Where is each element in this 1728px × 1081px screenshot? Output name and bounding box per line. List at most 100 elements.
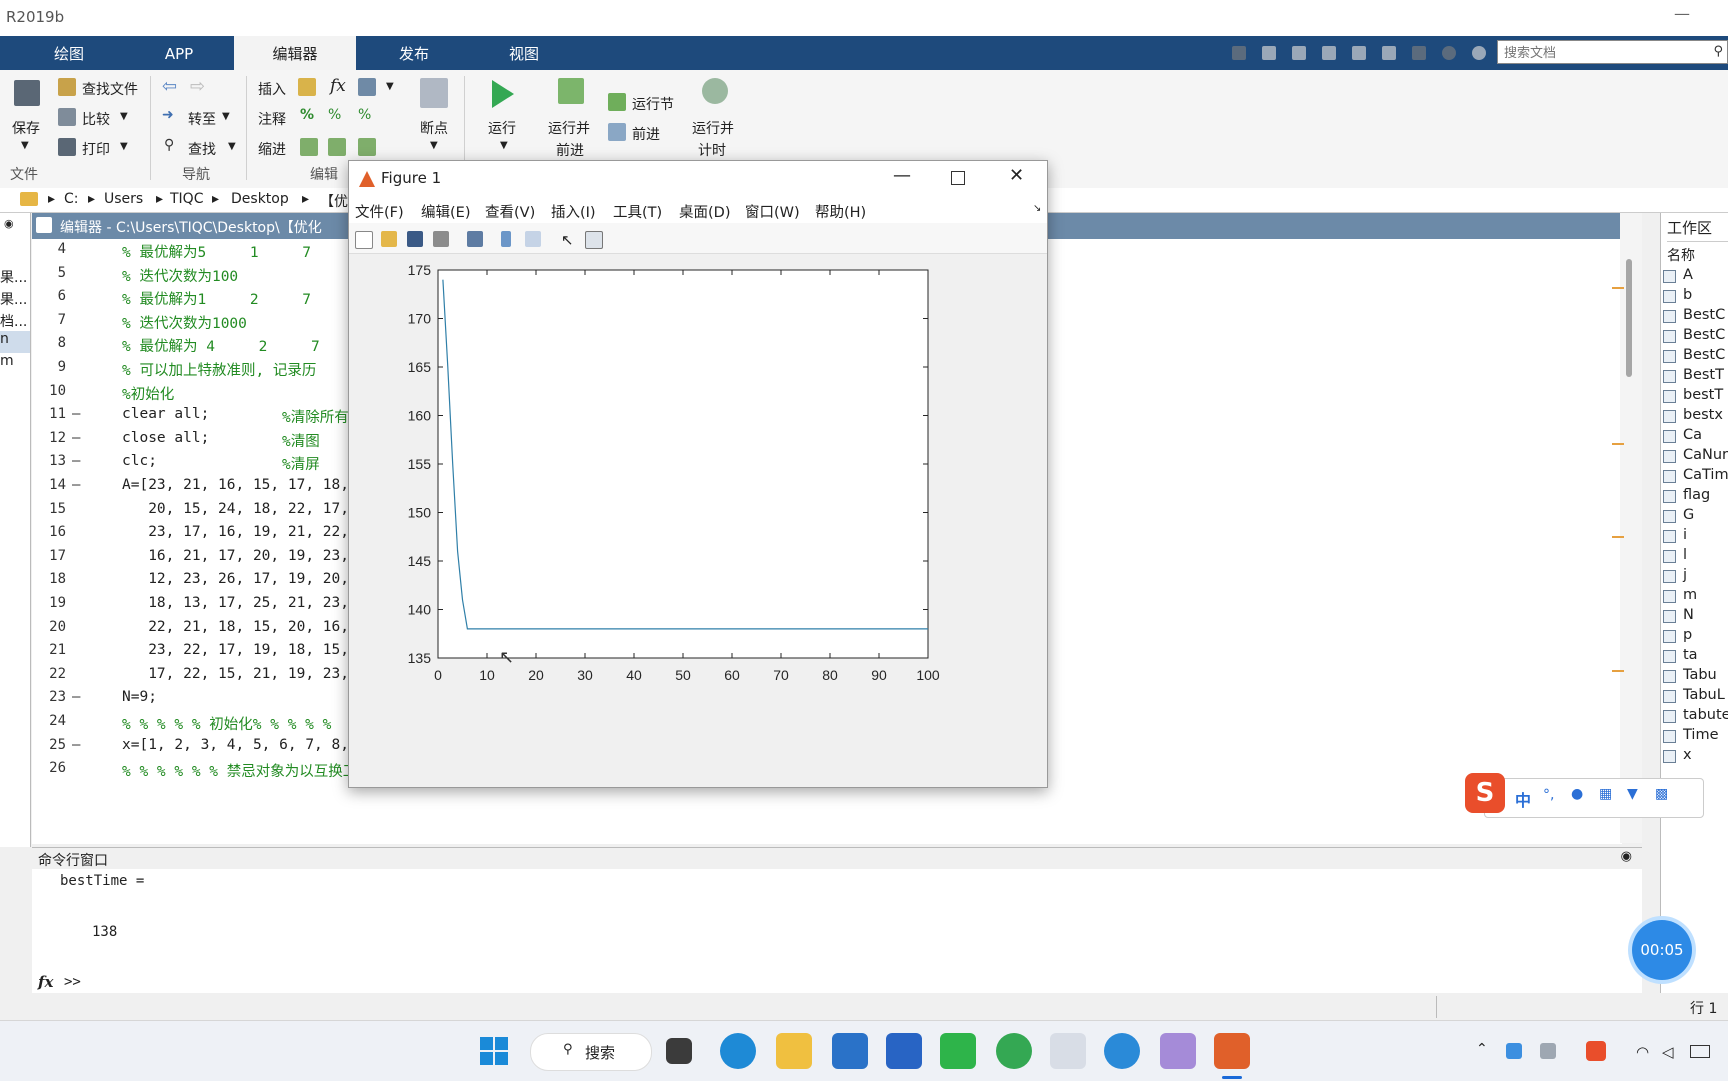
figure-window[interactable]: Figure 1 — ✕ 文件(F) 编辑(E) 查看(V) 插入(I) 工具(… xyxy=(348,160,1048,788)
help-icon[interactable] xyxy=(1442,46,1456,60)
chevron-down-icon[interactable]: ▼ xyxy=(120,141,128,152)
collapse-icon[interactable]: ◉ xyxy=(4,217,14,230)
menu-view[interactable]: 查看(V) xyxy=(485,201,535,222)
run-button[interactable]: 运行 xyxy=(488,118,516,138)
dock-icon[interactable]: ↘ xyxy=(1033,203,1041,214)
breakpoints-button[interactable]: 断点 xyxy=(420,118,448,138)
menu-file[interactable]: 文件(F) xyxy=(355,201,404,222)
menu-edit[interactable]: 编辑(E) xyxy=(421,201,470,222)
workspace-variable[interactable]: G xyxy=(1683,507,1694,523)
path-segment[interactable]: TIQC xyxy=(170,191,203,207)
insert-section-icon[interactable] xyxy=(298,78,316,96)
increase-indent-icon[interactable] xyxy=(358,138,376,156)
keyboard-icon[interactable]: ▦ xyxy=(1599,786,1612,802)
tab-plots[interactable]: 绘图 xyxy=(14,36,124,70)
tab-editor[interactable]: 编辑器 xyxy=(234,36,356,70)
command-window[interactable]: bestTime = 138 fx >> xyxy=(32,869,1642,993)
chevron-down-icon[interactable] xyxy=(1472,46,1486,60)
run-advance-button-line2[interactable]: 前进 xyxy=(556,140,584,160)
workspace-variable[interactable]: i xyxy=(1683,527,1687,543)
collapse-icon[interactable]: ◉ xyxy=(1621,849,1632,864)
edge-icon[interactable] xyxy=(720,1033,756,1069)
app-icon[interactable] xyxy=(1160,1033,1196,1069)
tray-icon[interactable] xyxy=(1540,1043,1556,1059)
link-plot-icon[interactable] xyxy=(467,231,483,247)
comment-button[interactable]: 注释 xyxy=(258,109,286,129)
file-explorer-icon[interactable] xyxy=(776,1033,812,1069)
warning-marker[interactable] xyxy=(1612,670,1624,672)
workspace-variable[interactable]: A xyxy=(1683,267,1693,283)
volume-icon[interactable]: ◁ xyxy=(1662,1043,1674,1061)
path-segment[interactable]: C: xyxy=(64,191,79,207)
workspace-variable[interactable]: N xyxy=(1683,607,1694,623)
warning-marker[interactable] xyxy=(1612,443,1624,445)
breakpoint-dash[interactable]: — xyxy=(72,430,80,446)
menu-desktop[interactable]: 桌面(D) xyxy=(679,201,730,222)
windows-start-icon[interactable] xyxy=(480,1037,510,1067)
ime-mode[interactable]: 中 xyxy=(1515,787,1531,811)
print-icon[interactable] xyxy=(433,231,449,247)
menu-window[interactable]: 窗口(W) xyxy=(745,201,800,222)
workspace-variable[interactable]: ta xyxy=(1683,647,1698,663)
sogou-tray-icon[interactable] xyxy=(1586,1041,1606,1061)
search-input[interactable] xyxy=(1502,42,1696,64)
tab-publish[interactable]: 发布 xyxy=(356,36,472,70)
breakpoint-dash[interactable]: — xyxy=(72,406,80,422)
advance-button[interactable]: 前进 xyxy=(632,124,660,144)
chevron-down-icon[interactable]: ▼ xyxy=(430,140,438,151)
workspace-variable[interactable]: x xyxy=(1683,747,1692,763)
tab-apps[interactable]: APP xyxy=(124,36,234,70)
save-icon[interactable] xyxy=(407,231,423,247)
warning-marker[interactable] xyxy=(1612,536,1624,538)
pointer-icon[interactable]: ↖ xyxy=(561,231,577,249)
workspace-variable[interactable]: b xyxy=(1683,287,1692,303)
insert-function-icon[interactable] xyxy=(358,78,376,96)
snipping-tool-icon[interactable] xyxy=(1050,1033,1086,1069)
workspace-variable[interactable]: TabuL xyxy=(1683,687,1725,703)
run-time-button-line1[interactable]: 运行并 xyxy=(692,118,734,138)
workspace-variable[interactable]: BestT xyxy=(1683,367,1724,383)
recording-timer[interactable]: 00:05 xyxy=(1632,920,1692,980)
workspace-variable[interactable]: CaTim xyxy=(1683,467,1728,483)
workspace-variable[interactable]: tabute xyxy=(1683,707,1728,723)
task-view-icon[interactable] xyxy=(666,1038,692,1064)
chevron-down-icon[interactable]: ▼ xyxy=(21,140,29,151)
run-advance-button-line1[interactable]: 运行并 xyxy=(548,118,590,138)
minimize-icon[interactable]: — xyxy=(893,165,911,186)
save-icon[interactable] xyxy=(1232,46,1246,60)
sogou-logo-icon[interactable]: S xyxy=(1465,773,1505,813)
breakpoint-dash[interactable]: — xyxy=(72,737,80,753)
workspace-variable[interactable]: l xyxy=(1683,547,1687,563)
toolbox-icon[interactable]: ▩ xyxy=(1655,786,1668,802)
skin-icon[interactable]: ▼ xyxy=(1627,786,1638,802)
chevron-up-icon[interactable]: ⌃ xyxy=(1476,1041,1488,1057)
file-item[interactable]: 档... xyxy=(0,311,27,331)
insert-button[interactable]: 插入 xyxy=(258,79,286,99)
find-files-button[interactable]: 查找文件 xyxy=(82,79,138,99)
menu-tools[interactable]: 工具(T) xyxy=(613,201,662,222)
new-figure-icon[interactable] xyxy=(355,231,373,249)
mail-icon[interactable] xyxy=(832,1033,868,1069)
property-editor-icon[interactable] xyxy=(585,231,603,249)
workspace-variable[interactable]: j xyxy=(1683,567,1687,583)
paste-icon[interactable] xyxy=(1322,46,1336,60)
open-file-icon[interactable] xyxy=(381,231,397,247)
close-icon[interactable]: ✕ xyxy=(1009,165,1024,186)
file-item-selected[interactable]: n xyxy=(0,331,30,353)
chevron-down-icon[interactable]: ▼ xyxy=(386,81,394,92)
breakpoint-dash[interactable]: — xyxy=(72,453,80,469)
indent-button[interactable]: 缩进 xyxy=(258,139,286,159)
workspace-variable[interactable]: Ca xyxy=(1683,427,1702,443)
menu-help[interactable]: 帮助(H) xyxy=(815,201,866,222)
fx-icon[interactable]: fx xyxy=(330,76,346,96)
chevron-down-icon[interactable]: ▼ xyxy=(500,140,508,151)
copy-icon[interactable] xyxy=(1292,46,1306,60)
path-segment[interactable]: Desktop xyxy=(231,191,289,207)
legend-icon[interactable] xyxy=(525,231,541,247)
fx-icon[interactable]: fx xyxy=(38,973,53,991)
line-chart[interactable]: 0 10 20 30 40 50 60 70 80 90 100 135 140 145 150 155 160… xyxy=(349,253,1047,787)
search-icon[interactable]: ⚲ xyxy=(1713,44,1723,59)
workspace-variable[interactable]: bestT xyxy=(1683,387,1723,403)
wifi-icon[interactable]: ◠ xyxy=(1636,1043,1649,1061)
chevron-down-icon[interactable]: ▼ xyxy=(120,111,128,122)
